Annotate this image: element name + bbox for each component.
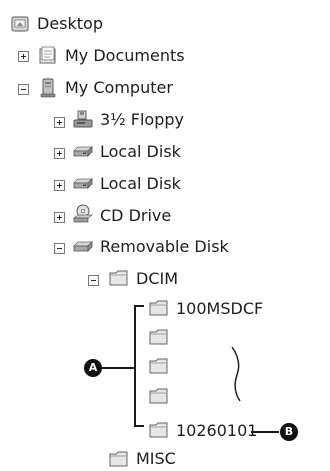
tree-item-100msdcf[interactable]: 100MSDCF [176, 299, 263, 319]
tree-item-misc[interactable]: MISC [136, 449, 176, 469]
tree-item-dcim[interactable]: DCIM [136, 269, 178, 289]
collapse-dcim-button[interactable] [88, 275, 99, 286]
expand-local-disk-1-button[interactable] [54, 148, 65, 159]
collapse-my-computer-button[interactable] [18, 84, 29, 95]
collapse-removable-disk-button[interactable] [54, 243, 65, 254]
floppy-drive-icon [72, 110, 94, 130]
tree-item-floppy[interactable]: 3½ Floppy [100, 110, 184, 130]
documents-folder-icon [37, 46, 59, 66]
removable-disk-icon [72, 236, 94, 256]
callout-b-badge: B [280, 423, 298, 441]
callout-a-top-tick [134, 305, 144, 307]
ellipsis-bracket-icon [231, 346, 241, 402]
tree-item-local-disk-2[interactable]: Local Disk [100, 174, 181, 194]
expand-my-documents-button[interactable] [18, 51, 29, 62]
folder-icon [108, 268, 130, 288]
callout-a-badge: A [84, 359, 102, 377]
tree-item-desktop[interactable]: Desktop [37, 14, 103, 34]
desktop-icon [10, 15, 32, 35]
tree-item-my-documents[interactable]: My Documents [65, 46, 185, 66]
folder-icon [108, 449, 130, 469]
folder-icon [148, 298, 170, 318]
callout-a-bottom-tick [134, 425, 144, 427]
cd-drive-icon [72, 204, 94, 224]
folder-icon [148, 420, 170, 440]
hard-disk-icon [72, 173, 94, 193]
tree-item-cd-drive[interactable]: CD Drive [100, 206, 171, 226]
callout-b-leader [251, 431, 279, 433]
callout-a-leader [100, 367, 135, 369]
folder-icon[interactable] [148, 327, 170, 347]
tree-item-local-disk-1[interactable]: Local Disk [100, 142, 181, 162]
expand-local-disk-2-button[interactable] [54, 180, 65, 191]
expand-cd-drive-button[interactable] [54, 212, 65, 223]
folder-icon[interactable] [148, 356, 170, 376]
folder-icon[interactable] [148, 386, 170, 406]
computer-icon [37, 78, 59, 98]
hard-disk-icon [72, 141, 94, 161]
callout-a-bracket [134, 305, 136, 426]
tree-item-10260101[interactable]: 10260101 [176, 421, 257, 441]
tree-item-removable-disk[interactable]: Removable Disk [100, 237, 229, 257]
tree-item-my-computer[interactable]: My Computer [65, 78, 173, 98]
expand-floppy-button[interactable] [54, 117, 65, 128]
